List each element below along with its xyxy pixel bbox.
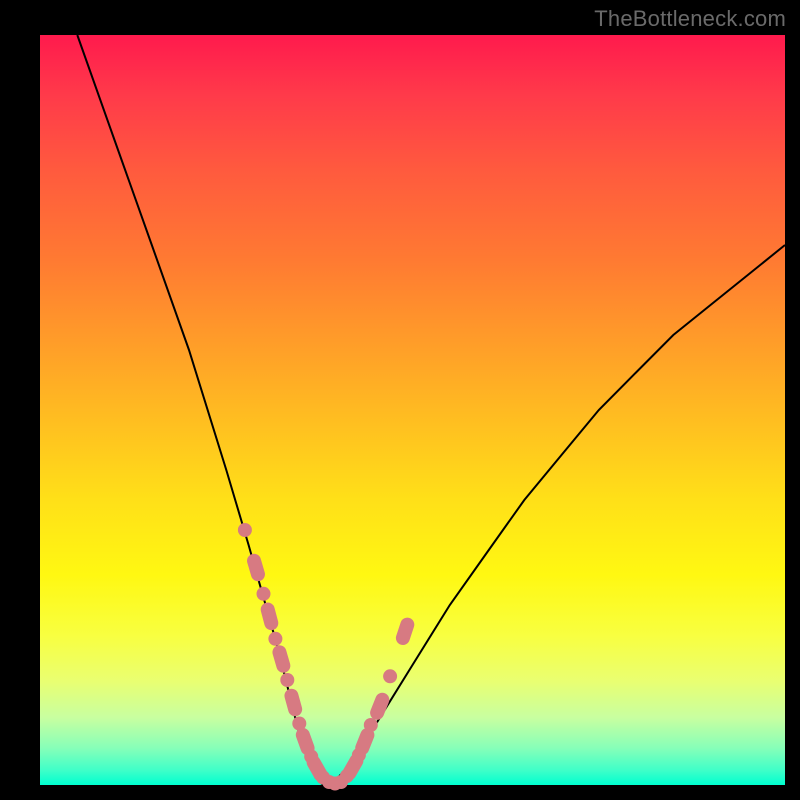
marker-dot — [257, 587, 271, 601]
marker-pill — [394, 616, 416, 647]
marker-dot — [238, 523, 252, 537]
curve-layer — [40, 35, 785, 785]
marker-dot — [383, 669, 397, 683]
marker-dot — [268, 632, 282, 646]
marker-pill — [271, 644, 292, 675]
watermark-text: TheBottleneck.com — [594, 6, 786, 32]
marker-dot — [364, 718, 378, 732]
marker-pill — [259, 601, 280, 632]
marker-dot — [280, 673, 294, 687]
plot-area — [40, 35, 785, 785]
marker-pill — [283, 687, 304, 718]
chart-frame: TheBottleneck.com — [0, 0, 800, 800]
marker-pill — [245, 552, 266, 583]
bottleneck-curve — [77, 35, 785, 785]
sample-points — [238, 523, 416, 791]
